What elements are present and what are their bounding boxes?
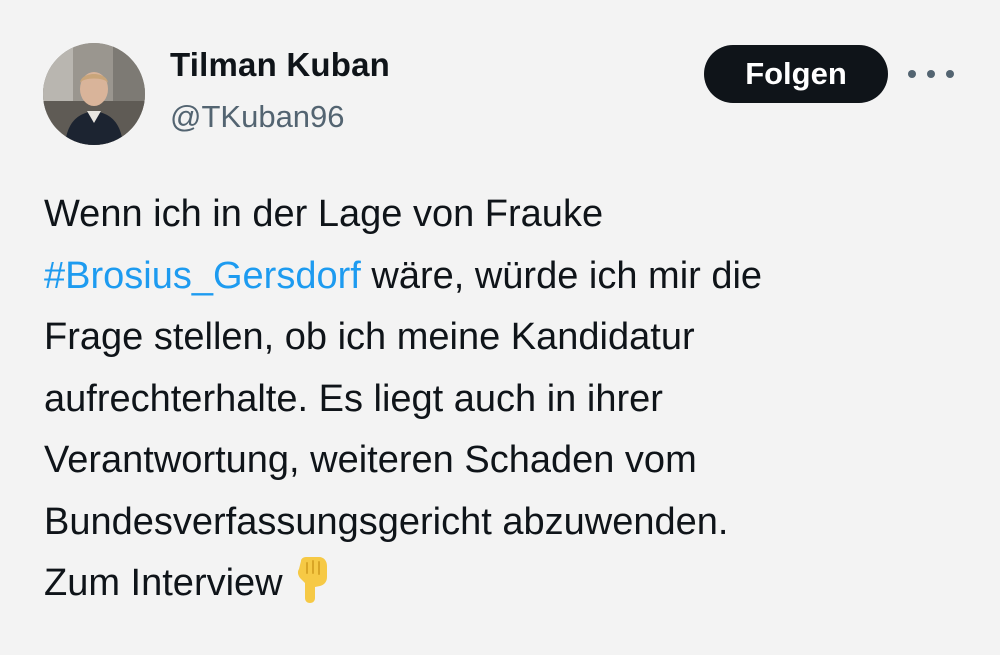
author-name[interactable]: Tilman Kuban	[170, 46, 390, 84]
tweet-text-line: #Brosius_Gersdorf wäre, würde ich mir di…	[44, 246, 974, 308]
more-horizontal-icon	[908, 70, 916, 78]
tweet-text-line: Bundesverfassungsgericht abzuwenden.	[44, 500, 729, 543]
more-horizontal-icon	[927, 70, 935, 78]
tweet-text-line: Zum Interview	[44, 553, 974, 623]
tweet-text-line: aufrechterhalte. Es liegt auch in ihrer	[44, 377, 663, 420]
follow-button[interactable]: Folgen	[704, 45, 888, 103]
more-options-button[interactable]	[908, 58, 954, 90]
tweet-card: Tilman Kuban @TKuban96 Folgen Wenn ich i…	[0, 0, 1000, 655]
avatar-photo	[43, 43, 145, 145]
tweet-text-fragment: wäre, würde ich mir die	[360, 254, 763, 297]
tweet-text: Wenn ich in der Lage von Frauke #Brosius…	[44, 184, 974, 623]
tweet-text-fragment: Zum Interview	[44, 562, 283, 604]
tweet-text-line: Verantwortung, weiteren Schaden vom	[44, 439, 697, 481]
tweet-text-line: Frage stellen, ob ich meine Kandidatur	[44, 316, 695, 358]
author-handle[interactable]: @TKuban96	[170, 99, 345, 135]
avatar[interactable]	[43, 43, 145, 145]
hashtag-link[interactable]: #Brosius_Gersdorf	[44, 255, 361, 297]
tweet-text-line: Wenn ich in der Lage von Frauke	[44, 193, 604, 235]
pointing-down-hand-icon	[291, 557, 331, 623]
more-horizontal-icon	[946, 70, 954, 78]
